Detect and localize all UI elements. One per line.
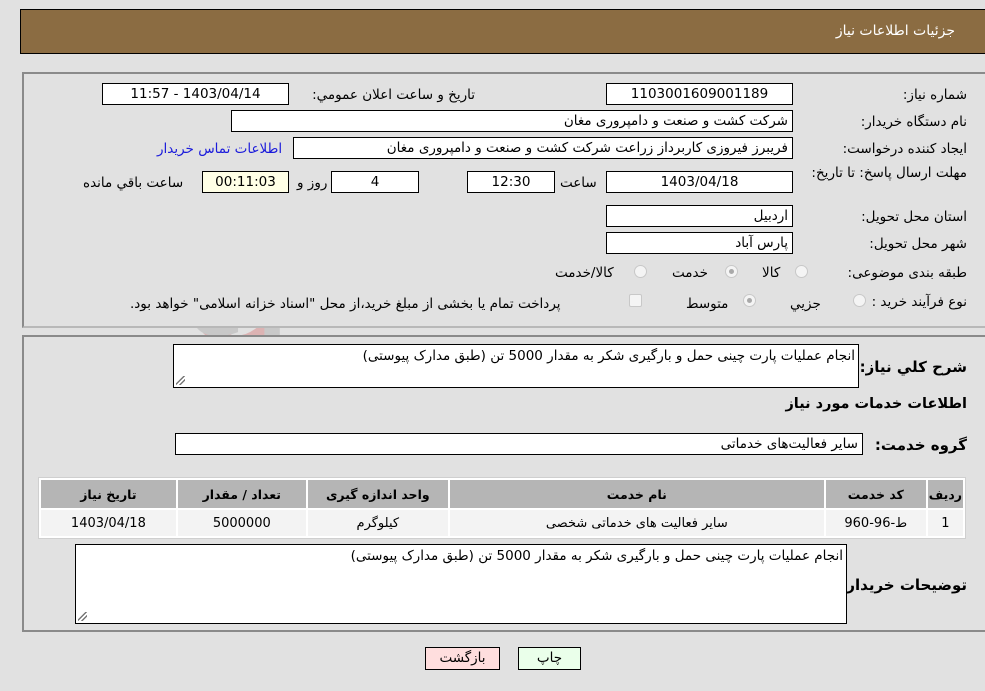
announce-field[interactable]: 1403/04/14 - 11:57 <box>102 83 289 105</box>
col-unit: واحد اندازه گیری <box>307 480 448 508</box>
category-option-goods: کالا <box>762 265 781 281</box>
province-field[interactable]: اردبیل <box>606 205 793 227</box>
buyer-notes-text: انجام عملیات پارت چینی حمل و بارگیری شکر… <box>350 548 843 564</box>
creator-field[interactable]: فریبرز فیروزی کاربرداز زراعت شرکت کشت و … <box>293 137 793 159</box>
category-option-service: خدمت <box>672 265 708 281</box>
print-button[interactable]: چاپ <box>518 647 581 670</box>
city-label: شهر محل تحویل: <box>869 236 967 252</box>
back-button[interactable]: بازگشت <box>425 647 500 670</box>
service-group-label: گروه خدمت: <box>874 436 967 454</box>
col-quantity: تعداد / مقدار <box>177 480 306 508</box>
category-radio-service[interactable] <box>725 265 738 278</box>
page-title: جزئیات اطلاعات نیاز <box>835 23 955 39</box>
table-header-row: ردیف کد خدمت نام خدمت واحد اندازه گیری ت… <box>41 480 963 508</box>
service-group-field[interactable]: سایر فعالیت‌های خدماتی <box>175 433 863 455</box>
announce-label: تاريخ و ساعت اعلان عمومي: <box>312 87 475 103</box>
buyer-contact-link[interactable]: اطلاعات تماس خریدار <box>157 141 282 157</box>
deadline-date-field[interactable]: 1403/04/18 <box>606 171 793 193</box>
cell-quantity: 5000000 <box>177 510 306 536</box>
deadline-label: مهلت ارسال پاسخ: تا تاریخ: <box>811 165 967 181</box>
province-label: استان محل تحویل: <box>861 209 967 225</box>
treasury-checkbox[interactable] <box>629 294 642 307</box>
table-row: 1 ط-96-960 سایر فعالیت های خدماتی شخصی ک… <box>41 510 963 536</box>
cell-need-date: 1403/04/18 <box>41 510 176 536</box>
need-number-label: شماره نیاز: <box>902 87 967 103</box>
resize-grip-icon[interactable] <box>176 376 185 385</box>
remaining-label: ساعت باقي مانده <box>83 175 184 191</box>
description-label: شرح کلي نياز: <box>859 358 967 376</box>
process-radio-minor[interactable] <box>853 294 866 307</box>
process-option-medium: متوسط <box>686 296 729 312</box>
category-radio-goods-service[interactable] <box>634 265 647 278</box>
process-label: نوع فرآیند خرید : <box>871 294 967 310</box>
process-option-minor: جزيي <box>790 296 821 312</box>
buyer-org-label: نام دستگاه خریدار: <box>860 114 967 130</box>
category-radio-goods[interactable] <box>795 265 808 278</box>
cell-row-number: 1 <box>927 510 963 536</box>
page-header: جزئیات اطلاعات نیاز <box>20 9 985 54</box>
cell-unit: کیلوگرم <box>307 510 448 536</box>
description-text: انجام عملیات پارت چینی حمل و بارگیری شکر… <box>362 348 855 364</box>
description-textarea[interactable]: انجام عملیات پارت چینی حمل و بارگیری شکر… <box>173 344 859 388</box>
services-table: ردیف کد خدمت نام خدمت واحد اندازه گیری ت… <box>38 477 966 539</box>
creator-label: ایجاد کننده درخواست: <box>842 141 967 157</box>
services-heading: اطلاعات خدمات مورد نیاز <box>785 396 967 412</box>
need-number-field[interactable]: 1103001609001189 <box>606 83 793 105</box>
col-service-code: کد خدمت <box>825 480 926 508</box>
process-radio-medium[interactable] <box>743 294 756 307</box>
buyer-notes-label: توضیحات خریدار: <box>840 576 967 594</box>
category-option-goods-service: کالا/خدمت <box>555 265 614 281</box>
category-label: طبقه بندی موضوعی: <box>847 265 967 281</box>
cell-service-code: ط-96-960 <box>825 510 926 536</box>
cell-service-name: سایر فعالیت های خدماتی شخصی <box>449 510 824 536</box>
deadline-time-field[interactable]: 12:30 <box>467 171 555 193</box>
remaining-time-field[interactable]: 00:11:03 <box>202 171 289 193</box>
deadline-time-label: ساعت <box>560 175 597 191</box>
days-label: روز و <box>297 175 328 191</box>
buyer-notes-textarea[interactable]: انجام عملیات پارت چینی حمل و بارگیری شکر… <box>75 544 847 624</box>
treasury-note: پرداخت تمام یا بخشی از مبلغ خرید،از محل … <box>130 296 561 312</box>
col-need-date: تاریخ نیاز <box>41 480 176 508</box>
days-remaining-field[interactable]: 4 <box>331 171 419 193</box>
col-service-name: نام خدمت <box>449 480 824 508</box>
col-row-number: ردیف <box>927 480 963 508</box>
buyer-org-field[interactable]: شرکت کشت و صنعت و دامپروری مغان <box>231 110 793 132</box>
city-field[interactable]: پارس آباد <box>606 232 793 254</box>
resize-grip-icon[interactable] <box>78 612 87 621</box>
